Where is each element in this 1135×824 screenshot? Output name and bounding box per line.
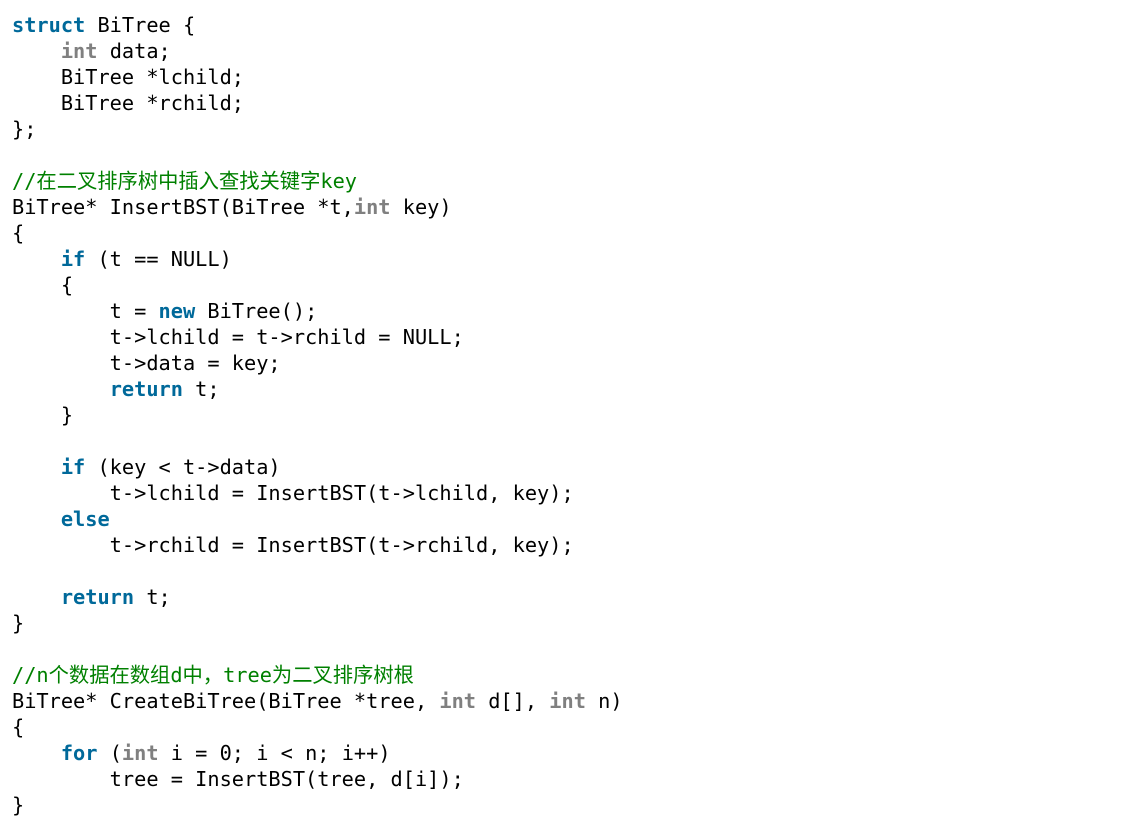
code-token: BiTree *lchild; <box>12 65 244 89</box>
keyword-token: if <box>60 455 86 479</box>
code-line: BiTree* CreateBiTree(BiTree *tree, int d… <box>12 688 623 714</box>
comment-token: //n个数据在数组d中，tree为二叉排序树根 <box>12 663 414 687</box>
code-token: } <box>12 793 25 817</box>
code-token: } <box>12 403 74 427</box>
code-line: struct BiTree { <box>12 12 195 38</box>
code-token: t; <box>182 377 220 401</box>
keyword-token: if <box>60 247 86 271</box>
keyword-token: return <box>60 585 135 609</box>
code-line: t->rchild = InsertBST(t->rchild, key); <box>12 532 574 558</box>
code-token: t->rchild = InsertBST(t->rchild, key); <box>12 533 574 557</box>
code-token: t->lchild = InsertBST(t->lchild, key); <box>12 481 574 505</box>
code-line: return t; <box>12 584 171 610</box>
type-token: int <box>439 689 477 713</box>
code-line: return t; <box>12 376 220 402</box>
code-line: } <box>12 402 73 428</box>
code-line: { <box>12 714 24 740</box>
code-line: if (key < t->data) <box>12 454 281 480</box>
code-token: { <box>12 715 25 739</box>
code-line: t->data = key; <box>12 350 281 376</box>
code-view: struct BiTree { int data; BiTree *lchild… <box>12 12 1122 817</box>
code-token: (key < t->data) <box>85 455 281 479</box>
keyword-token: for <box>60 741 98 765</box>
keyword-token: return <box>109 377 183 401</box>
code-line: { <box>12 272 73 298</box>
code-token: tree = InsertBST(tree, d[i]); <box>12 767 464 791</box>
code-token: t = <box>12 299 159 323</box>
code-line: if (t == NULL) <box>12 246 232 272</box>
code-line: tree = InsertBST(tree, d[i]); <box>12 766 464 792</box>
code-token: t->data = key; <box>12 351 281 375</box>
code-line: t = new BiTree(); <box>12 298 318 324</box>
code-token: BiTree* InsertBST(BiTree *t, <box>12 195 354 219</box>
code-token: data; <box>97 39 171 63</box>
type-token: int <box>121 741 159 765</box>
code-token: }; <box>12 117 37 141</box>
code-token: { <box>12 221 25 245</box>
code-token: t; <box>134 585 171 609</box>
code-line: int data; <box>12 38 171 64</box>
code-line: BiTree* InsertBST(BiTree *t,int key) <box>12 194 452 220</box>
code-token: n) <box>585 689 623 713</box>
code-token: BiTree(); <box>195 299 318 323</box>
code-token: BiTree* CreateBiTree(BiTree *tree, <box>12 689 440 713</box>
comment-token: //在二叉排序树中插入查找关键字key <box>12 169 357 193</box>
code-line: { <box>12 220 24 246</box>
code-token: i = 0; i < n; i++) <box>158 741 391 765</box>
code-token: (t == NULL) <box>85 247 232 271</box>
code-line: for (int i = 0; i < n; i++) <box>12 740 391 766</box>
type-token: int <box>353 195 391 219</box>
code-token: ( <box>97 741 122 765</box>
code-token: } <box>12 611 25 635</box>
code-line: t->lchild = InsertBST(t->lchild, key); <box>12 480 574 506</box>
keyword-token: struct <box>12 13 86 37</box>
code-line: else <box>12 506 110 532</box>
code-token: BiTree *rchild; <box>12 91 244 115</box>
code-token: d[], <box>476 689 550 713</box>
keyword-token: new <box>158 299 196 323</box>
code-line: } <box>12 610 24 636</box>
code-line: }; <box>12 116 36 142</box>
type-token: int <box>60 39 98 63</box>
code-line: BiTree *rchild; <box>12 90 244 116</box>
code-token: { <box>12 273 74 297</box>
code-token: key) <box>390 195 452 219</box>
keyword-token: else <box>60 507 110 531</box>
type-token: int <box>549 689 586 713</box>
code-line: t->lchild = t->rchild = NULL; <box>12 324 464 350</box>
code-line: //n个数据在数组d中，tree为二叉排序树根 <box>12 662 414 688</box>
code-token: BiTree { <box>85 13 196 37</box>
code-token: t->lchild = t->rchild = NULL; <box>12 325 464 349</box>
code-line: } <box>12 792 24 818</box>
code-line: //在二叉排序树中插入查找关键字key <box>12 168 357 194</box>
code-line: BiTree *lchild; <box>12 64 244 90</box>
